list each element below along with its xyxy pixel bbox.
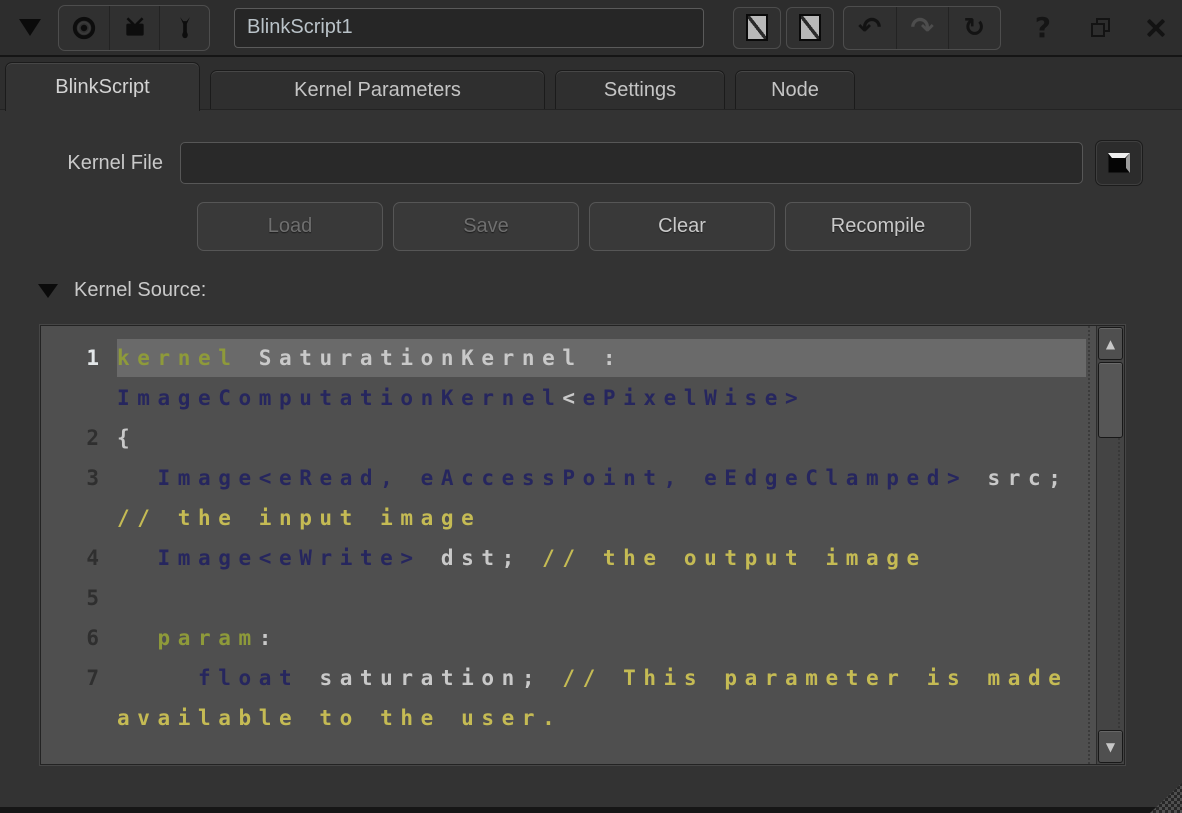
tab-bar: BlinkScript Kernel Parameters Settings Node xyxy=(0,57,1182,110)
kernel-source-label: Kernel Source: xyxy=(74,279,206,302)
arrow-down-icon: ▼ xyxy=(1106,740,1115,754)
clear-button[interactable]: Clear xyxy=(589,202,775,251)
redo-button[interactable]: ↷ xyxy=(896,7,948,49)
kernel-source-header[interactable]: Kernel Source: xyxy=(38,279,1182,302)
panel-menu-button[interactable] xyxy=(10,6,50,50)
node-color-swatch-button[interactable] xyxy=(733,7,781,49)
center-node-button[interactable] xyxy=(59,6,109,50)
close-panel-button[interactable] xyxy=(1146,18,1166,38)
kernel-file-input[interactable] xyxy=(180,142,1083,184)
undo-icon: ↶ xyxy=(858,14,881,42)
code-text: { xyxy=(117,419,1086,457)
help-button[interactable]: ? xyxy=(1035,11,1051,44)
line-number: 3 xyxy=(41,458,117,498)
no-color-swatch-icon xyxy=(746,14,768,41)
float-panel-button[interactable] xyxy=(1091,18,1110,37)
tab-label: Node xyxy=(771,79,819,102)
line-number: 5 xyxy=(41,578,117,618)
tab-label: BlinkScript xyxy=(55,76,149,99)
code-text: // the input image xyxy=(117,499,1086,537)
line-number xyxy=(41,378,117,418)
gl-color-swatch-button[interactable] xyxy=(786,7,834,49)
tab-label: Settings xyxy=(604,79,676,102)
code-text: Image<eWrite> dst; // the output image xyxy=(117,539,1086,577)
line-number: 6 xyxy=(41,618,117,658)
dropdown-arrow-icon xyxy=(19,19,41,36)
code-text xyxy=(117,579,1086,617)
kernel-source-editor[interactable]: 1kernel SaturationKernel :ImageComputati… xyxy=(40,325,1125,765)
resize-grip[interactable] xyxy=(1150,783,1182,813)
editor-scrollbar[interactable]: ▲ ▼ xyxy=(1096,326,1124,764)
revert-icon: ↻ xyxy=(963,15,985,41)
node-icon-group xyxy=(58,5,210,51)
code-line[interactable]: 4 Image<eWrite> dst; // the output image xyxy=(41,538,1096,578)
tab-settings[interactable]: Settings xyxy=(555,70,725,110)
target-icon xyxy=(71,15,97,41)
tab-blinkscript[interactable]: BlinkScript xyxy=(5,62,200,111)
code-line[interactable]: 6 param: xyxy=(41,618,1096,658)
scroll-up-button[interactable]: ▲ xyxy=(1098,327,1123,360)
kernel-file-label: Kernel File xyxy=(0,152,180,175)
undo-button[interactable]: ↶ xyxy=(844,7,896,49)
collapse-triangle-icon xyxy=(38,284,58,298)
code-rows[interactable]: 1kernel SaturationKernel :ImageComputati… xyxy=(41,326,1096,764)
tab-node[interactable]: Node xyxy=(735,70,855,110)
line-number: 7 xyxy=(41,658,117,698)
monitor-button[interactable] xyxy=(109,6,159,50)
code-text: Image<eRead, eAccessPoint, eEdgeClamped>… xyxy=(117,459,1086,497)
kernel-file-row: Kernel File xyxy=(0,140,1182,186)
code-text: kernel SaturationKernel : xyxy=(117,339,1086,377)
line-number: 4 xyxy=(41,538,117,578)
recompile-button[interactable]: Recompile xyxy=(785,202,971,251)
node-name-field[interactable] xyxy=(234,8,704,48)
kernel-actions-row: LoadSaveClearRecompile xyxy=(197,202,1182,251)
code-line[interactable]: available to the user. xyxy=(41,698,1096,738)
save-button[interactable]: Save xyxy=(393,202,579,251)
code-text: ImageComputationKernel<ePixelWise> xyxy=(117,379,1086,417)
code-line[interactable]: 1kernel SaturationKernel : xyxy=(41,338,1096,378)
redo-icon: ↷ xyxy=(911,14,934,42)
history-button-group: ↶ ↷ ↻ xyxy=(843,6,1001,50)
load-button[interactable]: Load xyxy=(197,202,383,251)
titlebar-right-controls: ↶ ↷ ↻ ? xyxy=(728,6,1172,50)
scrollbar-track[interactable] xyxy=(1098,438,1123,730)
line-number xyxy=(41,698,117,738)
code-line[interactable]: // the input image xyxy=(41,498,1096,538)
no-color-swatch-icon xyxy=(799,14,821,41)
code-line[interactable]: ImageComputationKernel<ePixelWise> xyxy=(41,378,1096,418)
code-text: available to the user. xyxy=(117,699,1086,737)
line-number: 1 xyxy=(41,338,117,378)
code-line[interactable]: 7 float saturation; // This parameter is… xyxy=(41,658,1096,698)
code-line[interactable]: 3 Image<eRead, eAccessPoint, eEdgeClampe… xyxy=(41,458,1096,498)
line-number xyxy=(41,498,117,538)
tab-label: Kernel Parameters xyxy=(294,79,461,102)
revert-button[interactable]: ↻ xyxy=(948,7,1000,49)
code-line[interactable]: 2{ xyxy=(41,418,1096,458)
file-browser-button[interactable] xyxy=(1095,140,1143,186)
question-mark-icon: ? xyxy=(1035,11,1051,44)
scroll-down-button[interactable]: ▼ xyxy=(1098,730,1123,763)
arrow-up-icon: ▲ xyxy=(1106,337,1115,351)
code-text: float saturation; // This parameter is m… xyxy=(117,659,1086,697)
code-line[interactable]: 5 xyxy=(41,578,1096,618)
monitor-icon xyxy=(122,15,148,41)
properties-titlebar: ↶ ↷ ↻ ? xyxy=(0,0,1182,57)
tab-kernel-parameters[interactable]: Kernel Parameters xyxy=(210,70,545,110)
code-text: param: xyxy=(117,619,1086,657)
wrench-icon xyxy=(172,15,198,41)
scrollbar-thumb[interactable] xyxy=(1098,362,1123,438)
folder-icon xyxy=(1105,150,1133,176)
settings-wrench-button[interactable] xyxy=(159,6,209,50)
panel-bottom-edge xyxy=(0,807,1182,813)
line-number: 2 xyxy=(41,418,117,458)
